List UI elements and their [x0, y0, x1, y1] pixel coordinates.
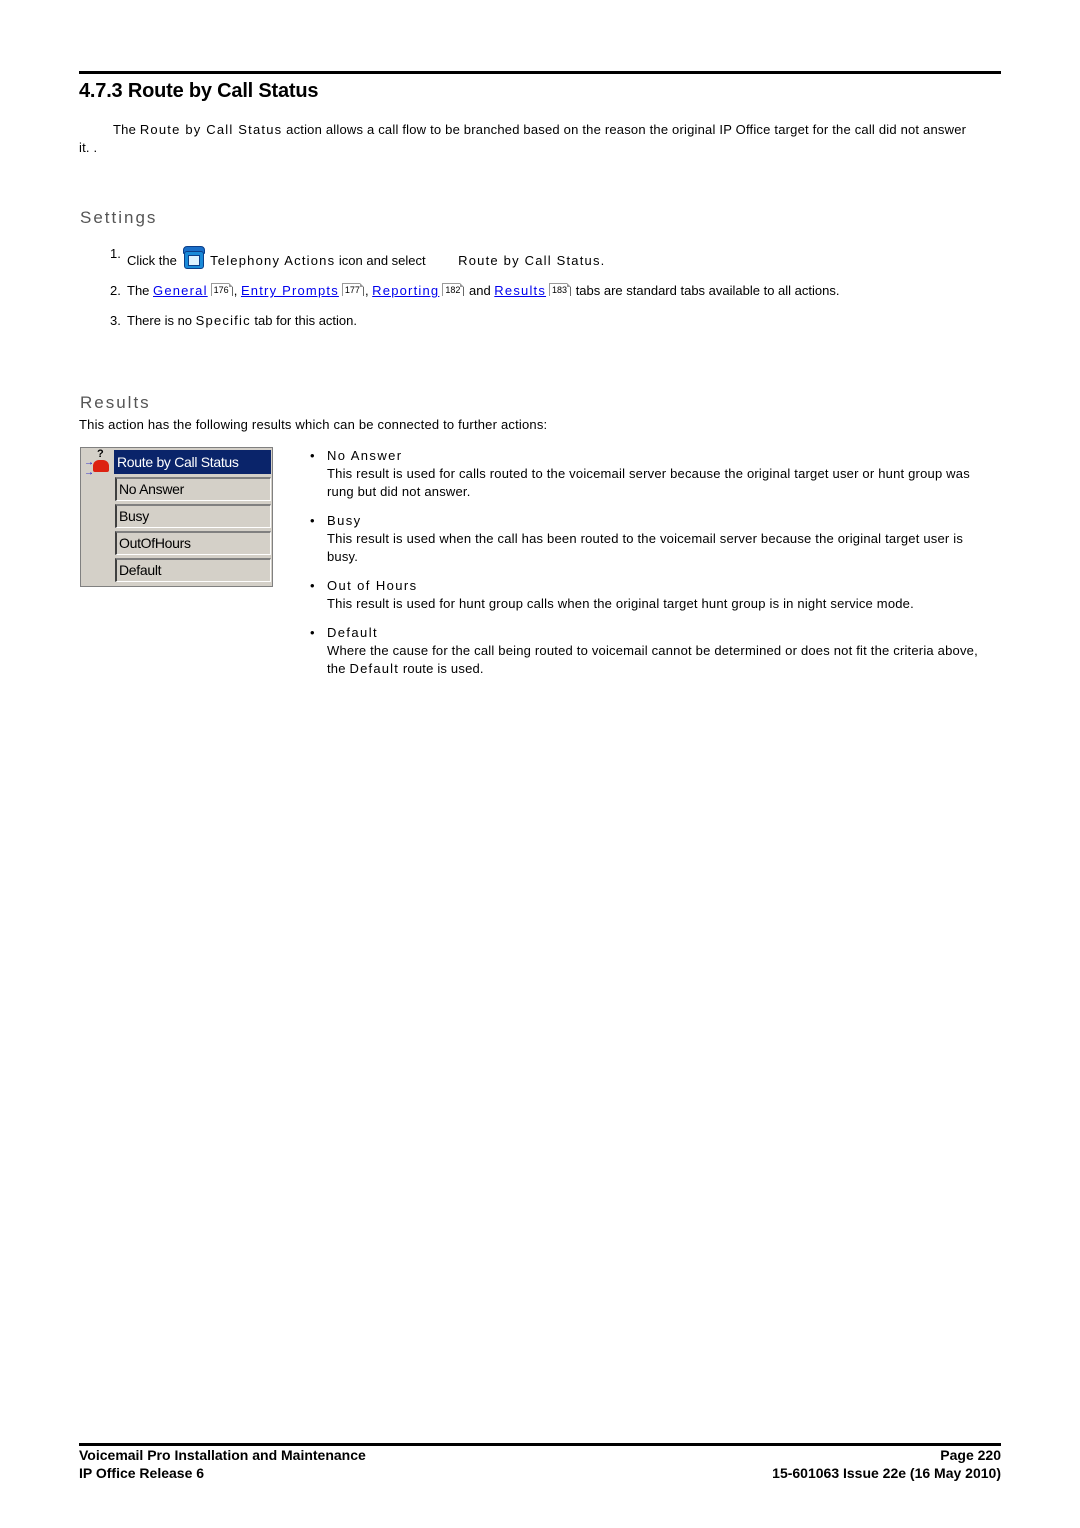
step-number: 2. [110, 283, 121, 298]
desc-text: route is used. [399, 661, 484, 676]
link-reporting[interactable]: Reporting [372, 283, 439, 298]
step-text: There is no [127, 313, 196, 328]
step-text: Click the [127, 253, 181, 268]
footer-doc-title: Voicemail Pro Installation and Maintenan… [79, 1447, 366, 1463]
node-output-default[interactable]: Default [115, 558, 271, 582]
intro-paragraph: The Route by Call Status action allows a… [79, 121, 979, 157]
footer-page-number: Page 220 [940, 1447, 1001, 1463]
bullet-icon: • [310, 625, 315, 640]
page-title: 4.7.3 Route by Call Status [79, 80, 319, 102]
step-text: icon and select [335, 253, 430, 268]
result-name: Busy [327, 513, 362, 528]
result-list: • No Answer This result is used for call… [310, 447, 990, 689]
page-footer: Voicemail Pro Installation and Maintenan… [79, 1446, 1001, 1482]
top-rule [79, 71, 1001, 74]
result-name: Default [327, 625, 378, 640]
link-general[interactable]: General [153, 283, 208, 298]
results-heading: Results [80, 393, 151, 412]
footer-release: IP Office Release 6 [79, 1465, 205, 1481]
page-ref-reporting[interactable]: 182 [442, 283, 465, 296]
results-intro: This action has the following results wh… [79, 417, 548, 432]
default-keyword: Default [349, 661, 400, 676]
route-by-call-status-node[interactable]: ? → → Route by Call Status No Answer Bus… [80, 447, 273, 587]
page-ref-general[interactable]: 176 [210, 283, 233, 296]
telephony-actions-icon[interactable] [182, 245, 206, 269]
result-item-no-answer: • No Answer This result is used for call… [310, 447, 990, 501]
page-ref-results[interactable]: 183 [549, 283, 572, 296]
node-output-busy[interactable]: Busy [115, 504, 271, 528]
bullet-icon: • [310, 578, 315, 593]
step-number: 3. [110, 313, 121, 328]
separator: and [465, 283, 495, 298]
route-by-call-status-node-icon: ? → → [83, 448, 113, 480]
footer-issue: 15-601063 Issue 22e (16 May 2010) [772, 1465, 1001, 1481]
intro-prefix: The [113, 122, 140, 137]
telephony-actions-label: Telephony Actions [210, 253, 336, 268]
step-text: The [127, 283, 154, 298]
settings-steps: 1. Click the Telephony Actions icon and … [110, 245, 990, 342]
specific-tab-label: Specific [195, 313, 251, 328]
node-output-no-answer[interactable]: No Answer [115, 477, 271, 501]
step-3: 3. There is no Specific tab for this act… [110, 312, 990, 330]
link-results[interactable]: Results [494, 283, 546, 298]
step-1: 1. Click the Telephony Actions icon and … [110, 245, 990, 270]
separator: , [233, 283, 241, 298]
step-text: . [600, 253, 605, 268]
node-output-out-of-hours[interactable]: OutOfHours [115, 531, 271, 555]
result-item-busy: • Busy This result is used when the call… [310, 512, 990, 566]
bullet-icon: • [310, 513, 315, 528]
result-item-default: • Default Where the cause for the call b… [310, 624, 990, 678]
result-name: No Answer [327, 448, 403, 463]
step-number: 1. [110, 246, 121, 261]
route-by-call-status-label: Route by Call Status [458, 253, 601, 268]
page-ref-entry-prompts[interactable]: 177 [341, 283, 364, 296]
node-title[interactable]: Route by Call Status [114, 450, 271, 474]
result-name: Out of Hours [327, 578, 418, 593]
step-2: 2. The General 176, Entry Prompts 177, Rep… [110, 282, 990, 300]
link-entry-prompts[interactable]: Entry Prompts [241, 283, 339, 298]
result-description: This result is used when the call has be… [327, 531, 964, 564]
settings-heading: Settings [80, 208, 158, 227]
bullet-icon: • [310, 448, 315, 463]
result-description: This result is used for calls routed to … [327, 466, 970, 499]
result-description: Where the cause for the call being route… [327, 642, 990, 678]
result-item-out-of-hours: • Out of Hours This result is used for h… [310, 577, 990, 613]
intro-action-name: Route by Call Status [139, 122, 283, 137]
step-text: tabs are standard tabs available to all … [572, 283, 840, 298]
result-description: This result is used for hunt group calls… [327, 596, 914, 611]
step-text: tab for this action. [250, 313, 358, 328]
